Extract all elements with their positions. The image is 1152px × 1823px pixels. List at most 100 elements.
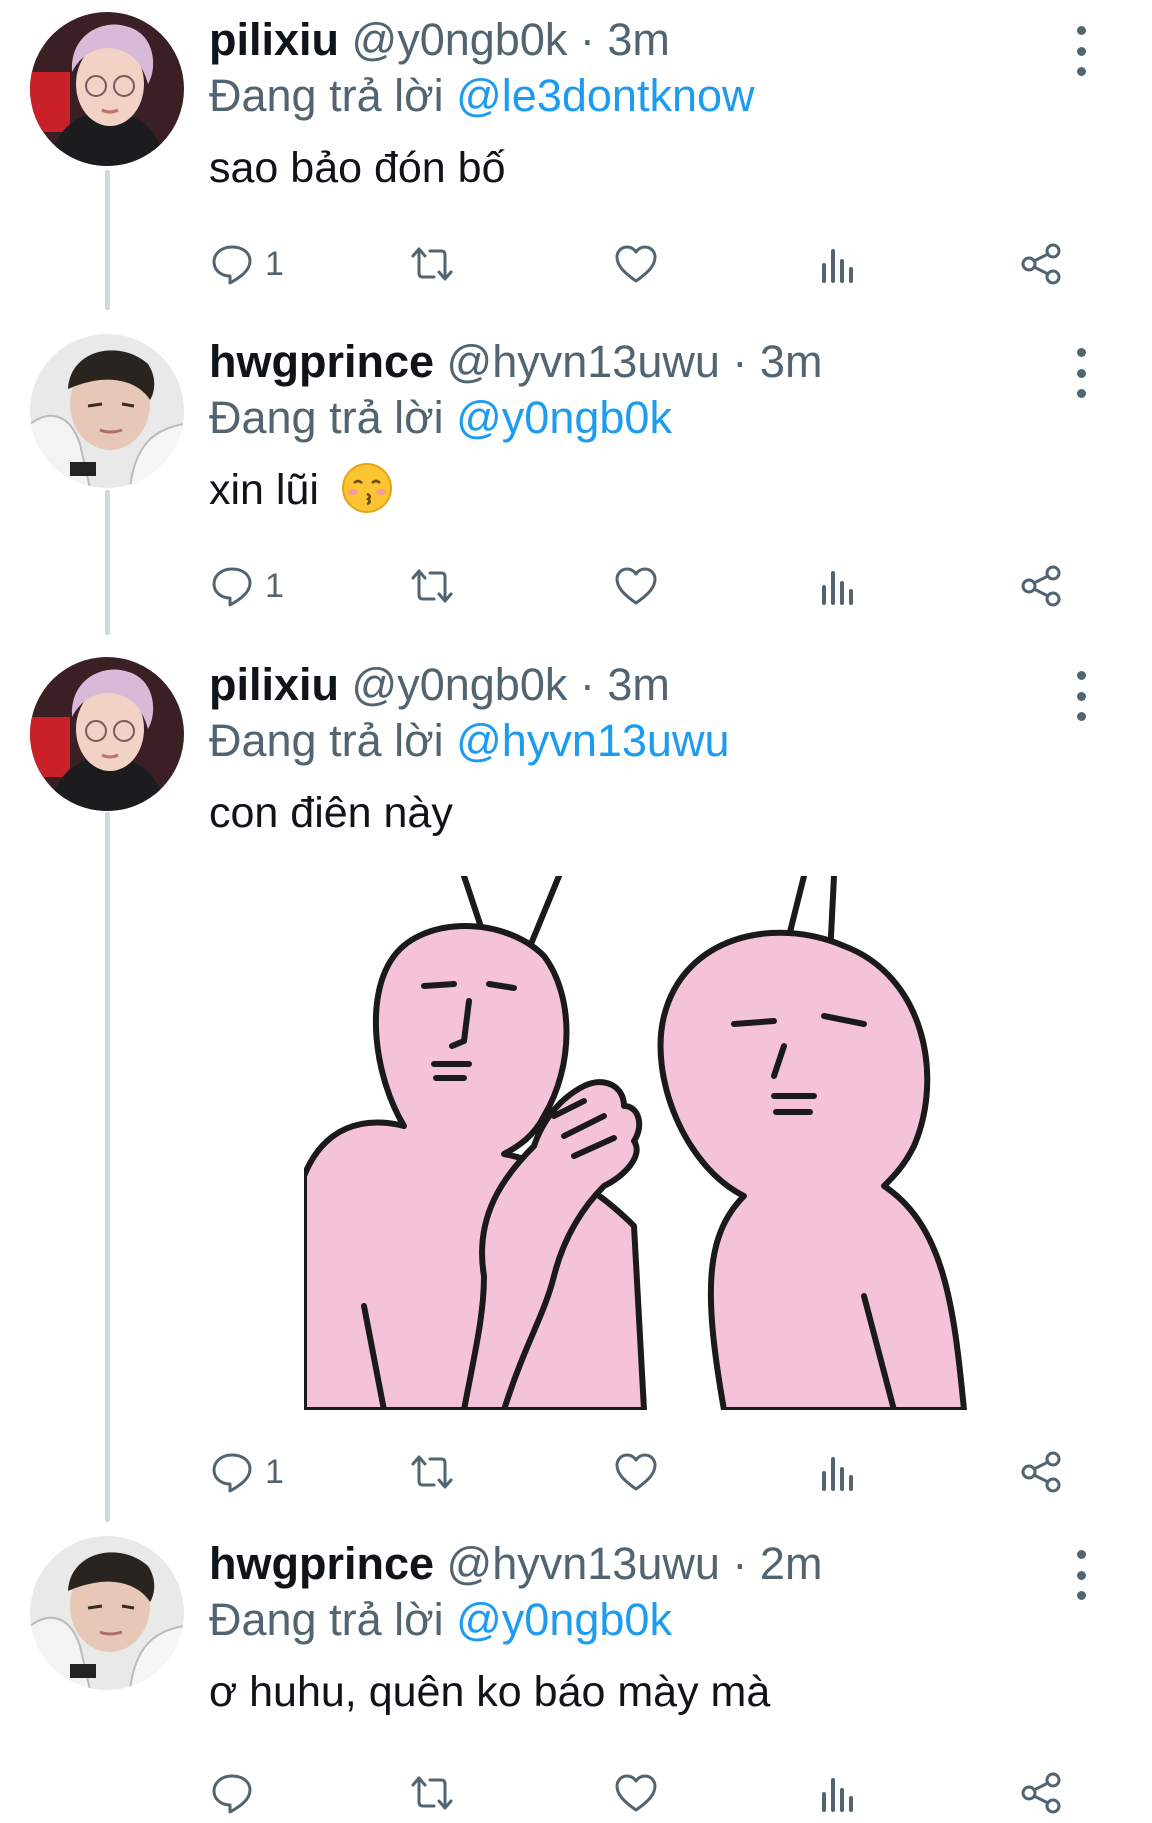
share-button[interactable]	[1019, 1763, 1065, 1823]
handle[interactable]: @y0ngb0k	[352, 14, 568, 65]
timestamp[interactable]: 3m	[607, 659, 670, 710]
like-button[interactable]	[613, 1763, 659, 1823]
tweet-header: pilixiu @y0ngb0k · 3m	[209, 657, 670, 713]
more-icon[interactable]	[1066, 26, 1096, 76]
share-button[interactable]	[1019, 556, 1065, 616]
display-name[interactable]: pilixiu	[209, 659, 339, 710]
tweet-header: hwgprince @hyvn13uwu · 2m	[209, 1536, 822, 1592]
kissing-face-emoji-icon	[341, 462, 392, 513]
mention-link[interactable]: @y0ngb0k	[456, 392, 672, 443]
retweet-button[interactable]	[409, 1763, 455, 1823]
action-bar: 1	[209, 234, 1089, 294]
reply-icon	[212, 567, 252, 607]
reply-button[interactable]	[209, 1763, 255, 1823]
tweet-text: xin lũi	[209, 466, 319, 514]
views-button[interactable]	[815, 1442, 861, 1502]
separator-dot: ·	[579, 659, 595, 710]
timestamp[interactable]: 2m	[760, 1538, 823, 1589]
action-bar: 1	[209, 1442, 1089, 1502]
views-icon	[822, 249, 853, 283]
mention-link[interactable]: @y0ngb0k	[456, 1594, 672, 1645]
reply-button[interactable]: 1	[209, 1442, 284, 1502]
views-button[interactable]	[815, 234, 861, 294]
views-icon	[822, 1778, 853, 1812]
timestamp[interactable]: 3m	[760, 336, 823, 387]
two-pink-rabbits-sticker-image	[304, 876, 967, 1410]
like-icon	[615, 245, 657, 283]
views-icon	[822, 1457, 853, 1491]
reply-count: 1	[265, 1452, 284, 1491]
replying-to: Đang trả lời @y0ngb0k	[209, 390, 672, 446]
replying-to: Đang trả lời @hyvn13uwu	[209, 713, 729, 769]
separator-dot: ·	[579, 14, 595, 65]
more-icon[interactable]	[1066, 1550, 1096, 1600]
reply-button[interactable]: 1	[209, 556, 284, 616]
tweet-media-sticker[interactable]	[304, 876, 1050, 1410]
hoodie-avatar-image	[30, 334, 184, 488]
like-icon	[615, 1453, 657, 1491]
display-name[interactable]: hwgprince	[209, 336, 434, 387]
retweet-button[interactable]	[409, 556, 455, 616]
mention-link[interactable]: @hyvn13uwu	[456, 715, 729, 766]
pink-hair-avatar-image	[30, 657, 184, 811]
tweet-text: sao bảo đón bố	[209, 144, 506, 192]
tweet-header: hwgprince @hyvn13uwu · 3m	[209, 334, 822, 390]
timestamp[interactable]: 3m	[607, 14, 670, 65]
retweet-icon	[411, 1455, 453, 1489]
more-icon[interactable]	[1066, 671, 1096, 721]
retweet-icon	[411, 569, 453, 603]
handle[interactable]: @hyvn13uwu	[447, 1538, 720, 1589]
tweet-text: con điên này	[209, 789, 453, 837]
like-button[interactable]	[613, 234, 659, 294]
replying-to: Đang trả lời @le3dontknow	[209, 68, 755, 124]
avatar[interactable]	[30, 657, 184, 811]
display-name[interactable]: hwgprince	[209, 1538, 434, 1589]
replying-to-label: Đang trả lời	[209, 392, 444, 443]
handle[interactable]: @y0ngb0k	[352, 659, 568, 710]
replying-to-label: Đang trả lời	[209, 715, 444, 766]
reply-icon	[212, 1453, 252, 1493]
like-button[interactable]	[613, 1442, 659, 1502]
display-name[interactable]: pilixiu	[209, 14, 339, 65]
reply-count: 1	[265, 566, 284, 605]
avatar[interactable]	[30, 12, 184, 166]
thread-line	[105, 490, 110, 635]
pink-hair-avatar-image	[30, 12, 184, 166]
like-icon	[615, 567, 657, 605]
share-icon	[1021, 565, 1061, 607]
replying-to: Đang trả lời @y0ngb0k	[209, 1592, 672, 1648]
tweet-text: ơ huhu, quên ko báo mày mà	[209, 1668, 771, 1716]
thread-line	[105, 170, 110, 310]
views-icon	[822, 571, 853, 605]
separator-dot: ·	[732, 336, 748, 387]
views-button[interactable]	[815, 556, 861, 616]
like-button[interactable]	[613, 556, 659, 616]
like-icon	[615, 1774, 657, 1812]
avatar[interactable]	[30, 334, 184, 488]
retweet-icon	[411, 247, 453, 281]
hoodie-avatar-image	[30, 1536, 184, 1690]
reply-count: 1	[265, 244, 284, 283]
views-button[interactable]	[815, 1763, 861, 1823]
tweet-text-container: xin lũi	[209, 462, 393, 518]
action-bar: 1	[209, 556, 1089, 616]
avatar[interactable]	[30, 1536, 184, 1690]
mention-link[interactable]: @le3dontknow	[456, 70, 754, 121]
share-button[interactable]	[1019, 234, 1065, 294]
share-icon	[1021, 1772, 1061, 1814]
reply-icon	[212, 245, 252, 285]
share-icon	[1021, 243, 1061, 285]
replying-to-label: Đang trả lời	[209, 70, 444, 121]
replying-to-label: Đang trả lời	[209, 1594, 444, 1645]
retweet-button[interactable]	[409, 234, 455, 294]
share-button[interactable]	[1019, 1442, 1065, 1502]
separator-dot: ·	[732, 1538, 748, 1589]
tweet-header: pilixiu @y0ngb0k · 3m	[209, 12, 670, 68]
share-icon	[1021, 1451, 1061, 1493]
retweet-button[interactable]	[409, 1442, 455, 1502]
action-bar	[209, 1763, 1089, 1823]
retweet-icon	[411, 1776, 453, 1810]
reply-button[interactable]: 1	[209, 234, 284, 294]
more-icon[interactable]	[1066, 348, 1096, 398]
handle[interactable]: @hyvn13uwu	[447, 336, 720, 387]
